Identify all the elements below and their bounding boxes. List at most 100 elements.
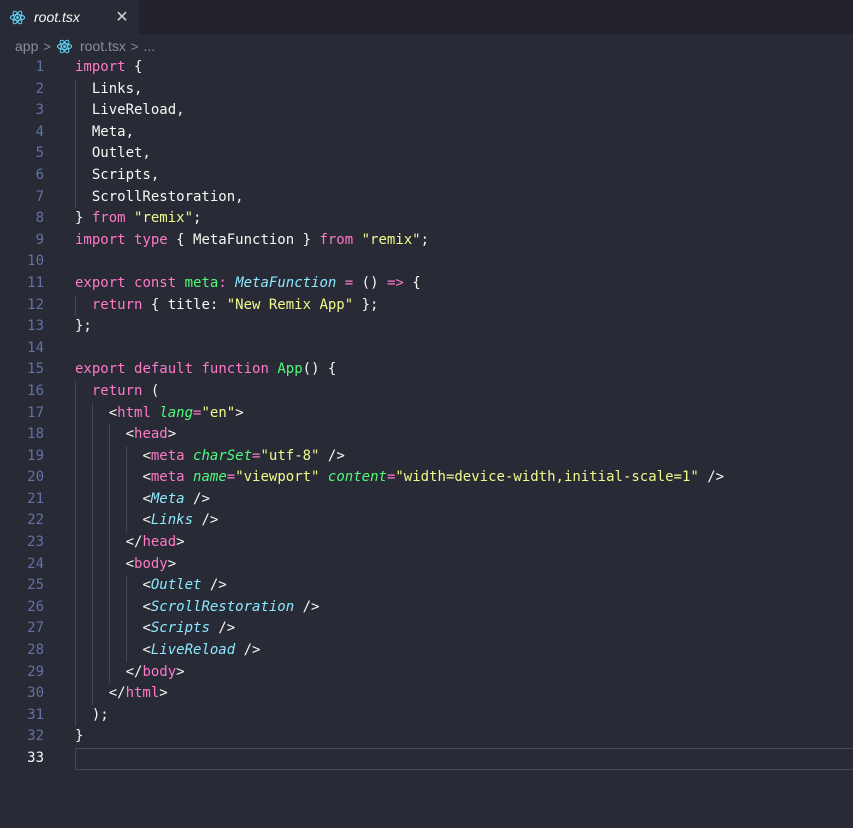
code-line[interactable]: 32} [0,726,853,748]
code-line[interactable]: 23 </head> [0,532,853,554]
indent-guide [91,424,93,446]
code-text: <LiveReload /> [142,640,260,662]
code-token: /> [193,512,219,529]
line-number: 16 [27,382,44,399]
code-token: ScrollRestoration, [91,188,244,205]
code-text: <Links /> [142,510,218,532]
code-text: LiveReload, [92,100,185,122]
indent-guide [108,575,110,597]
code-token: export [75,361,126,378]
code-line[interactable]: 29 </body> [0,661,853,684]
code-token: name [193,469,227,486]
line-number: 22 [27,512,44,529]
code-token: }; [75,318,92,335]
current-line-highlight [75,748,853,770]
code-line[interactable]: 20 <meta name="viewport" content="width=d… [0,467,853,489]
code-token: "remix" [134,210,194,227]
line-number: 4 [35,123,44,140]
code-token: from [319,231,354,248]
breadcrumb-folder[interactable]: app [15,38,38,54]
code-token: < [142,512,151,529]
code-line[interactable]: 9 import type { MetaFunction } from "remi… [0,230,853,252]
code-token: /> [294,598,320,615]
indent-guide [125,488,127,511]
code-text: Scripts, [92,165,159,187]
code-text: ); [92,705,109,727]
line-number: 15 [27,361,44,378]
code-line[interactable]: 15 export default function App() { [0,359,853,381]
code-token: Meta, [91,123,135,140]
code-token: ; [420,231,430,248]
code-token: < [142,490,151,507]
code-token: < [142,577,151,594]
indent-guide [108,445,110,468]
code-line[interactable]: 11 export const meta: MetaFunction = () =… [0,273,853,295]
code-line[interactable]: 21 <Meta /> [0,488,853,511]
breadcrumb-file[interactable]: root.tsx [80,38,126,54]
indent-guide [75,618,76,641]
code-token: = [226,469,236,486]
code-line[interactable]: 33 [0,748,853,770]
code-line[interactable]: 28 <LiveReload /> [0,640,853,662]
code-line[interactable]: 24 <body> [0,553,853,576]
code-line[interactable]: 7 ScrollRestoration, [0,186,853,209]
code-line[interactable]: 25 <Outlet /> [0,575,853,597]
line-number: 6 [35,166,44,183]
tab-root-tsx[interactable]: root.tsx ✕ [0,0,139,34]
indent-guide [91,618,93,641]
code-editor[interactable]: 1 import {2 Links, 3 LiveReload, 4 Meta, 5 Outle… [0,57,853,770]
line-number: 8 [35,210,44,227]
line-number: 30 [27,685,44,702]
code-line[interactable]: 14 [0,338,853,360]
code-line[interactable]: 2 Links, [0,78,853,101]
indent-guide [91,467,93,489]
close-icon[interactable]: ✕ [114,0,130,34]
indent-guide [91,575,93,597]
code-line[interactable]: 30 </html> [0,683,853,705]
code-line[interactable]: 10 [0,251,853,273]
breadcrumb-more[interactable]: ... [143,38,155,54]
line-number: 12 [27,296,44,313]
code-line[interactable]: 4 Meta, [0,121,853,144]
code-line[interactable]: 16 return ( [0,380,853,403]
code-token: }; [353,296,379,313]
code-line[interactable]: 6 Scripts, [0,164,853,187]
code-line[interactable]: 3 LiveReload, [0,100,853,122]
code-line[interactable]: 31); [0,704,853,727]
code-line[interactable]: 13}; [0,316,853,338]
line-number: 26 [27,598,44,615]
code-text: import { [75,57,142,79]
code-line[interactable]: 19 <meta charSet="utf-8" /> [0,445,853,468]
code-line[interactable]: 8 } from "remix"; [0,208,853,230]
code-token: from [91,210,126,227]
code-line[interactable]: 22 <Links /> [0,510,853,533]
code-line[interactable]: 27 <Scripts /> [0,618,853,641]
code-token: import [75,231,126,248]
code-line[interactable]: 5 Outlet, [0,143,853,165]
code-token: ScrollRestoration [150,598,295,615]
indent-guide [75,100,76,122]
code-line[interactable]: 12 return { title: "New Remix App" }; [0,294,853,317]
indent-guide [75,596,76,619]
code-token: meta [150,469,185,486]
code-token: > [176,663,185,680]
code-text: </body> [126,662,185,684]
line-number: 31 [27,706,44,723]
code-text: <Scripts /> [142,618,235,640]
code-text: } from "remix"; [75,208,201,230]
code-line[interactable]: 26 <ScrollRestoration /> [0,596,853,619]
code-text: </html> [109,683,168,705]
line-number: 32 [27,728,44,745]
code-line[interactable]: 18 <head> [0,424,853,446]
code-line[interactable]: 1 import { [0,57,853,79]
code-token: < [142,598,151,615]
code-line[interactable]: 17 <html lang="en"> [0,402,853,425]
code-token: "utf-8" [260,447,320,464]
line-number: 25 [27,577,44,594]
indent-guide [91,683,93,705]
indent-guide [108,424,110,446]
